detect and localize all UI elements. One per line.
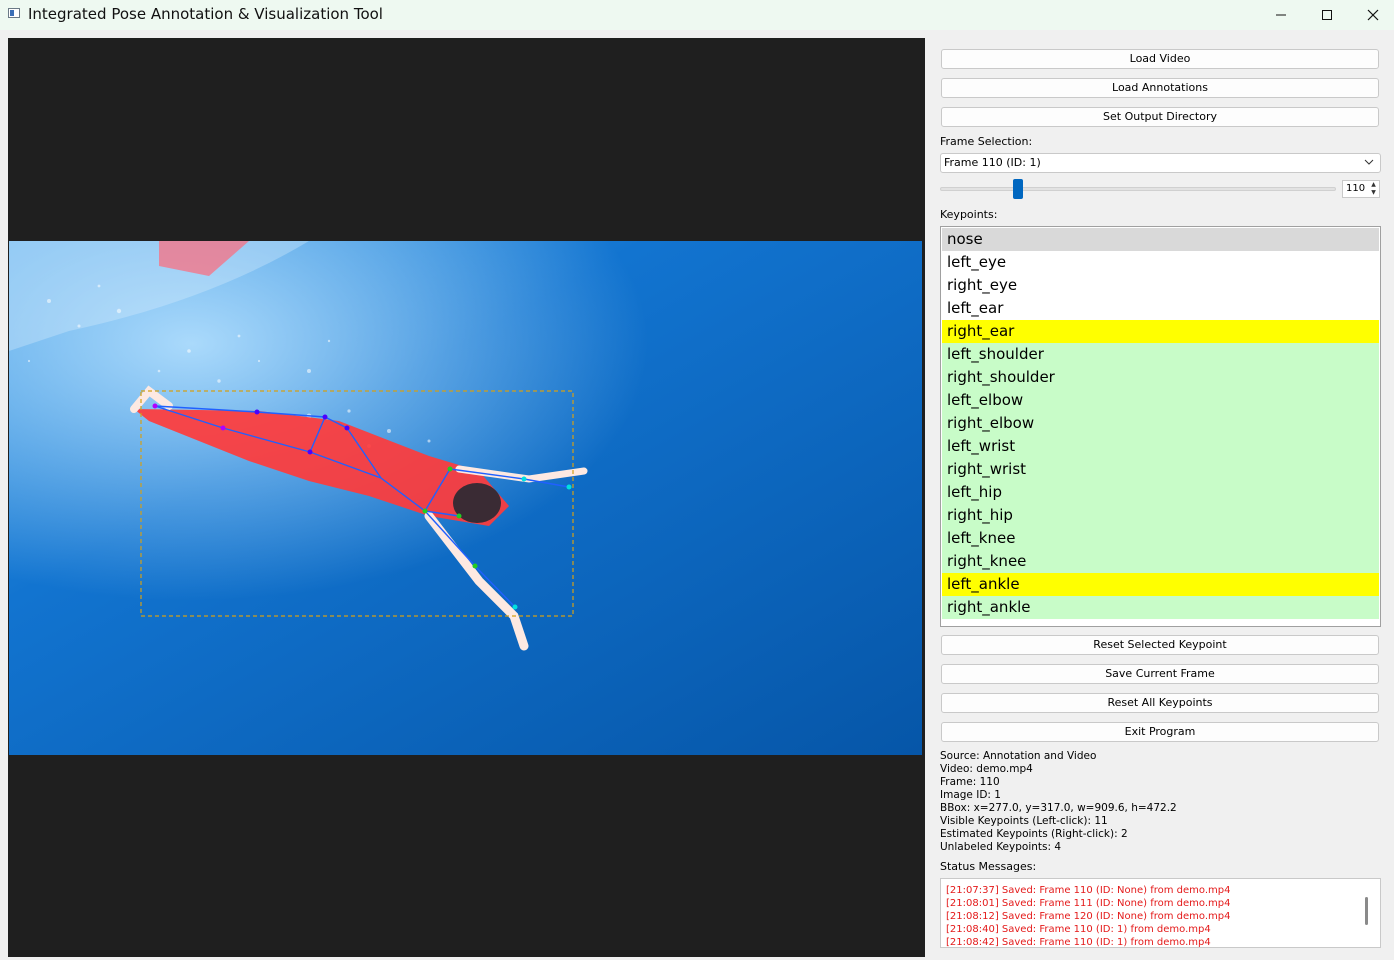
maximize-button[interactable] xyxy=(1304,0,1350,30)
keypoint-item-left-ankle[interactable]: left_ankle xyxy=(942,573,1379,596)
keypoint-item-left-eye[interactable]: left_eye xyxy=(942,251,1379,274)
load-video-button[interactable]: Load Video xyxy=(941,49,1379,69)
keypoint-item-left-shoulder[interactable]: left_shoulder xyxy=(942,343,1379,366)
status-message: [21:08:40] Saved: Frame 110 (ID: 1) from… xyxy=(946,924,1211,935)
video-canvas[interactable] xyxy=(8,38,925,957)
keypoint-item-right-elbow[interactable]: right_elbow xyxy=(942,412,1379,435)
keypoint-item-right-hip[interactable]: right_hip xyxy=(942,504,1379,527)
keypoints-label: Keypoints: xyxy=(940,208,998,221)
keypoint-item-right-shoulder[interactable]: right_shoulder xyxy=(942,366,1379,389)
close-button[interactable] xyxy=(1350,0,1394,30)
title-bar: Integrated Pose Annotation & Visualizati… xyxy=(0,0,1394,30)
minimize-button[interactable] xyxy=(1258,0,1304,30)
keypoint-item-left-hip[interactable]: left_hip xyxy=(942,481,1379,504)
annotated-frame-image[interactable] xyxy=(9,241,922,755)
maximize-icon xyxy=(1322,10,1332,20)
frame-slider[interactable] xyxy=(940,187,1336,191)
spin-arrows-icon[interactable]: ▲ ▼ xyxy=(1369,181,1378,197)
keypoint-item-left-elbow[interactable]: left_elbow xyxy=(942,389,1379,412)
keypoint-item-right-eye[interactable]: right_eye xyxy=(942,274,1379,297)
set-output-directory-button[interactable]: Set Output Directory xyxy=(941,107,1379,127)
frame-info: Source: Annotation and Video Video: demo… xyxy=(940,750,1177,854)
status-messages-box[interactable]: [21:07:37] Saved: Frame 110 (ID: None) f… xyxy=(940,878,1381,948)
keypoint-item-left-wrist[interactable]: left_wrist xyxy=(942,435,1379,458)
keypoint-item-right-ankle[interactable]: right_ankle xyxy=(942,596,1379,619)
frame-select-value: Frame 110 (ID: 1) xyxy=(944,156,1041,169)
info-source: Source: Annotation and Video xyxy=(940,750,1097,762)
info-visible-count: Visible Keypoints (Left-click): 11 xyxy=(940,815,1108,827)
info-image-id: Image ID: 1 xyxy=(940,789,1001,801)
keypoint-item-left-knee[interactable]: left_knee xyxy=(942,527,1379,550)
exit-program-button[interactable]: Exit Program xyxy=(941,722,1379,742)
status-message: [21:08:42] Saved: Frame 110 (ID: 1) from… xyxy=(946,937,1211,948)
frame-selection-label: Frame Selection: xyxy=(940,135,1033,148)
frame-select[interactable]: Frame 110 (ID: 1) xyxy=(940,153,1381,173)
info-frame: Frame: 110 xyxy=(940,776,1000,788)
chevron-down-icon xyxy=(1364,159,1374,165)
keypoint-list[interactable]: nose left_eye right_eye left_ear right_ear le… xyxy=(940,226,1381,627)
video-frame[interactable] xyxy=(9,241,922,755)
keypoint-item-nose[interactable]: nose xyxy=(942,228,1379,251)
keypoint-item-right-wrist[interactable]: right_wrist xyxy=(942,458,1379,481)
keypoint-item-right-ear[interactable]: right_ear xyxy=(942,320,1379,343)
status-message: [21:08:01] Saved: Frame 111 (ID: None) f… xyxy=(946,898,1231,909)
status-messages-label: Status Messages: xyxy=(940,860,1037,873)
status-message: [21:07:37] Saved: Frame 110 (ID: None) f… xyxy=(946,885,1231,896)
keypoint-item-left-ear[interactable]: left_ear xyxy=(942,297,1379,320)
info-unlabeled-count: Unlabeled Keypoints: 4 xyxy=(940,841,1062,853)
load-annotations-button[interactable]: Load Annotations xyxy=(941,78,1379,98)
keypoint-item-right-knee[interactable]: right_knee xyxy=(942,550,1379,573)
minimize-icon xyxy=(1276,14,1286,16)
reset-all-keypoints-button[interactable]: Reset All Keypoints xyxy=(941,693,1379,713)
close-icon xyxy=(1367,9,1379,21)
status-message: [21:08:12] Saved: Frame 120 (ID: None) f… xyxy=(946,911,1231,922)
info-bbox: BBox: x=277.0, y=317.0, w=909.6, h=472.2 xyxy=(940,802,1177,814)
frame-spinbox[interactable]: 110 ▲ ▼ xyxy=(1342,180,1380,198)
info-estimated-count: Estimated Keypoints (Right-click): 2 xyxy=(940,828,1128,840)
app-window-icon xyxy=(8,8,20,18)
save-current-frame-button[interactable]: Save Current Frame xyxy=(941,664,1379,684)
frame-spinbox-value: 110 xyxy=(1346,183,1366,194)
window-title: Integrated Pose Annotation & Visualizati… xyxy=(28,5,383,23)
reset-selected-keypoint-button[interactable]: Reset Selected Keypoint xyxy=(941,635,1379,655)
frame-slider-handle[interactable] xyxy=(1013,179,1023,199)
status-scrollbar[interactable] xyxy=(1365,897,1368,925)
info-video: Video: demo.mp4 xyxy=(940,763,1033,775)
